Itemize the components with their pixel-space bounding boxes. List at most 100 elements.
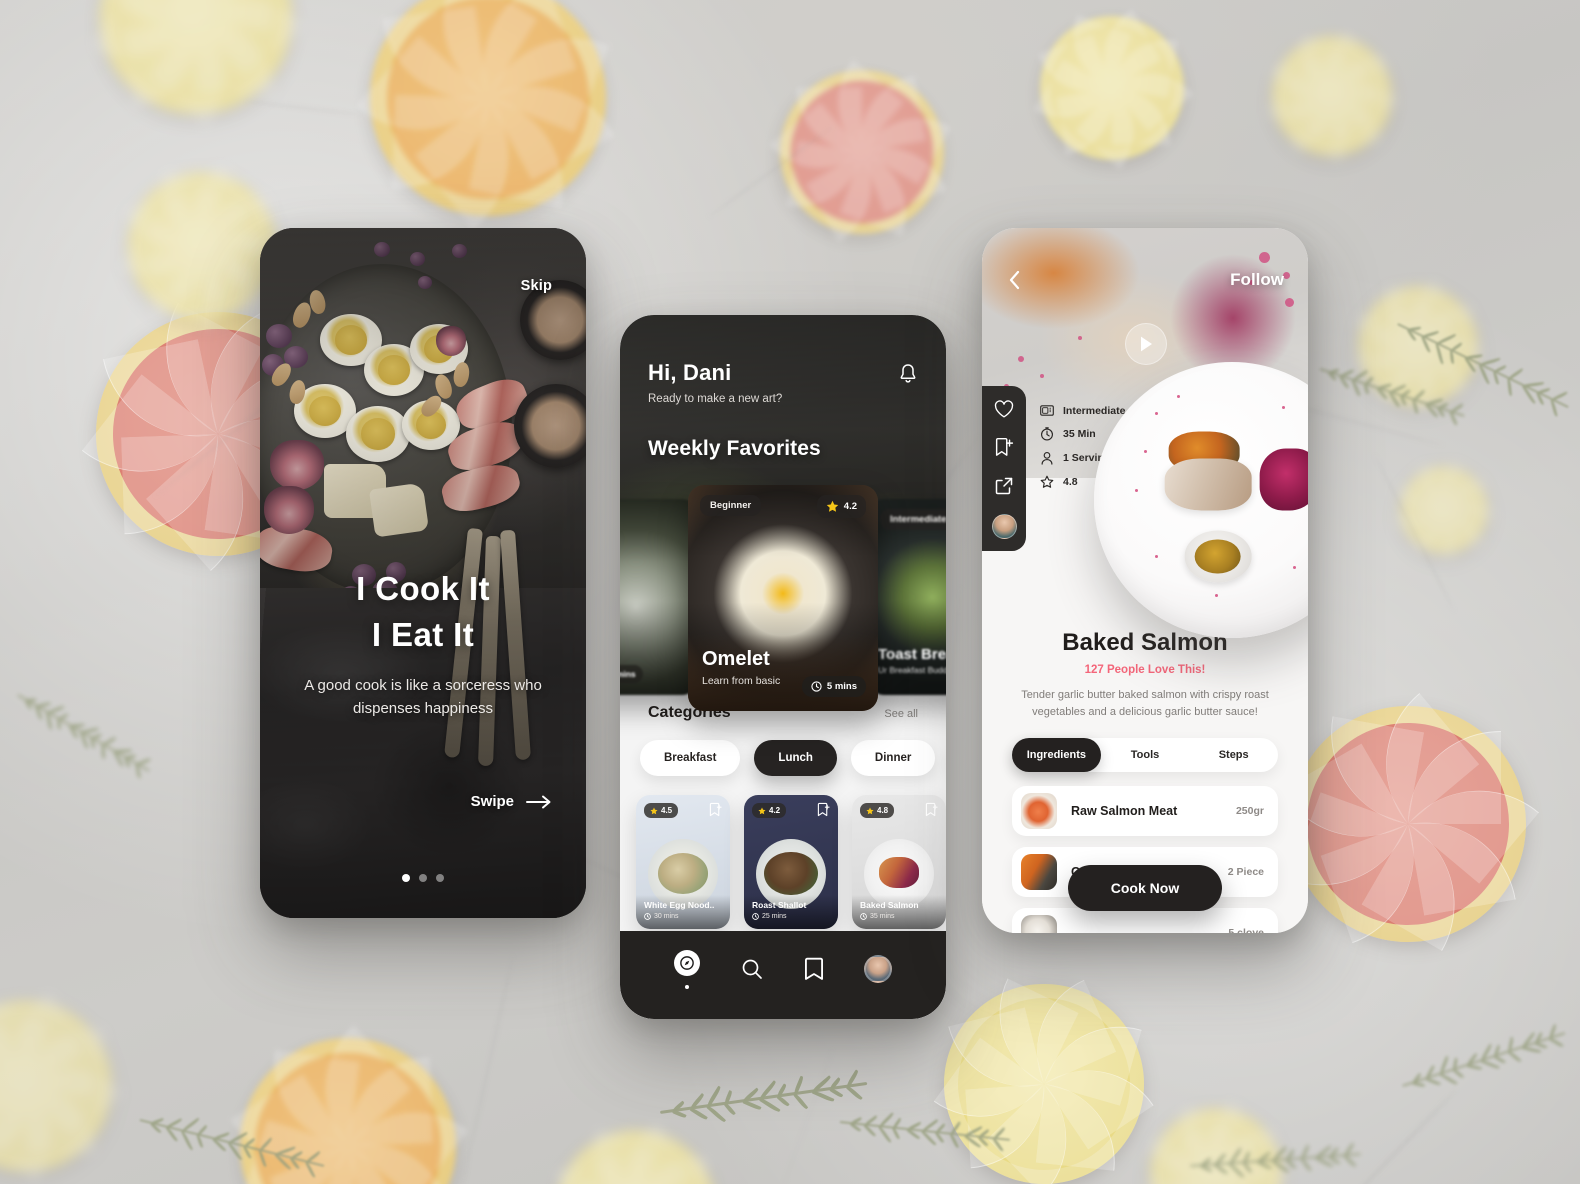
- weekly-card-left[interactable]: 4.2 12 mins: [620, 499, 698, 695]
- recipe-card-rating: 4.8: [860, 803, 894, 818]
- recipe-detail-screen: Follow Intermediate 35 Min 1 Serving 4.8…: [982, 228, 1308, 933]
- pagination-dot-2[interactable]: [419, 874, 427, 882]
- star-icon: [1040, 475, 1054, 489]
- tab-tools[interactable]: Tools: [1101, 738, 1190, 772]
- ingredient-name: Raw Salmon Meat: [1071, 804, 1236, 818]
- person-icon: [1040, 451, 1054, 465]
- clock-icon: [752, 913, 759, 920]
- meta-value-rating: 4.8: [1063, 476, 1078, 488]
- recipe-card-rating-value: 4.2: [769, 806, 780, 815]
- pagination-dot-3[interactable]: [436, 874, 444, 882]
- cook-now-button[interactable]: Cook Now: [1068, 865, 1222, 911]
- recipe-card[interactable]: 4.5 White Egg Nood.. 30 mins: [636, 795, 730, 929]
- skip-button[interactable]: Skip: [521, 278, 552, 294]
- bookmark-plus-icon: [817, 802, 830, 817]
- detail-side-actions[interactable]: [982, 386, 1026, 551]
- ingredient-row[interactable]: Raw Salmon Meat 250gr: [1012, 786, 1278, 836]
- weekly-card-right[interactable]: Intermediate Toast Bread Ur Breakfast Bu…: [868, 499, 946, 695]
- recipe-card-rating: 4.5: [644, 803, 678, 818]
- nav-item-home[interactable]: [674, 950, 700, 989]
- citrus-slice: [1400, 466, 1488, 554]
- sauce-bowl: [1184, 531, 1252, 582]
- ingredient-amount: 5 clove: [1228, 927, 1264, 933]
- headline-line-1: I Cook It: [260, 566, 586, 612]
- headline-line-2: I Eat It: [260, 612, 586, 658]
- bookmark-add-button[interactable]: [709, 802, 722, 822]
- home-greeting-block: Hi, Dani Ready to make a new art?: [648, 360, 782, 405]
- bookmark-plus-icon: [925, 802, 938, 817]
- arrow-right-icon: [526, 795, 552, 809]
- onboarding-subtitle: A good cook is like a sorceress who disp…: [290, 674, 556, 721]
- bookmark-add-button[interactable]: [817, 802, 830, 822]
- weekly-card-time-value: 5 mins: [827, 681, 857, 692]
- swipe-label: Swipe: [471, 793, 514, 810]
- pagination-dots[interactable]: [260, 874, 586, 882]
- recipe-card-footer: Baked Salmon 35 mins: [852, 895, 946, 929]
- weekly-card-level: Beginner: [700, 495, 761, 516]
- category-chip-dinner[interactable]: Dinner: [851, 740, 935, 776]
- recipe-description: Tender garlic butter baked salmon with c…: [1010, 687, 1280, 721]
- bottom-navigation[interactable]: [620, 931, 946, 1019]
- star-icon: [866, 807, 874, 815]
- clock-icon: [811, 681, 822, 692]
- detail-body: Baked Salmon 127 People Love This! Tende…: [982, 613, 1308, 933]
- weekly-card-title: Omelet: [702, 648, 770, 671]
- star-icon: [826, 500, 839, 513]
- follow-button[interactable]: Follow: [1230, 270, 1284, 290]
- weekly-card-main[interactable]: Beginner 4.2 Omelet Learn from basic 5 m…: [688, 485, 878, 711]
- weekly-card-rating: 4.2: [817, 495, 866, 518]
- recipe-card-rating-value: 4.5: [661, 806, 672, 815]
- meta-value-time: 35 Min: [1063, 428, 1096, 440]
- bell-icon: [898, 363, 918, 385]
- pagination-dot-1[interactable]: [402, 874, 410, 882]
- heart-icon[interactable]: [994, 400, 1014, 419]
- ingredient-row[interactable]: Garlic 5 clove: [1012, 908, 1278, 933]
- nav-item-search[interactable]: [740, 957, 764, 981]
- weekly-favorites-carousel[interactable]: 4.2 12 mins Intermediate Toast Bread Ur …: [620, 485, 946, 715]
- back-button[interactable]: [1008, 270, 1021, 294]
- star-icon: [758, 807, 766, 815]
- category-chip-lunch[interactable]: Lunch: [754, 740, 837, 776]
- home-screen: Hi, Dani Ready to make a new art? Weekly…: [620, 315, 946, 1019]
- author-avatar[interactable]: [992, 514, 1017, 539]
- onboarding-screen: Skip I Cook It I Eat It A good cook is l…: [260, 228, 586, 918]
- play-button[interactable]: [1125, 323, 1167, 365]
- recipe-card-footer: White Egg Nood.. 30 mins: [636, 895, 730, 929]
- greeting-title: Hi, Dani: [648, 360, 782, 386]
- recipe-card-name: White Egg Nood..: [644, 900, 722, 910]
- tab-steps[interactable]: Steps: [1189, 738, 1278, 772]
- tab-ingredients[interactable]: Ingredients: [1012, 738, 1101, 772]
- weekly-card-subtitle: Learn from basic: [702, 675, 780, 687]
- search-icon: [740, 957, 764, 981]
- recipe-card-footer: Roast Shallot 25 mins: [744, 895, 838, 929]
- recipe-card-rating-value: 4.8: [877, 806, 888, 815]
- salmon-fillet: [1164, 459, 1251, 510]
- category-chip-breakfast[interactable]: Breakfast: [640, 740, 740, 776]
- weekly-card-level: Intermediate: [880, 509, 946, 530]
- chevron-left-icon: [1008, 270, 1021, 290]
- recipe-card[interactable]: 4.2 Roast Shallot 25 mins: [744, 795, 838, 929]
- avatar-icon: [864, 955, 892, 983]
- recipe-card-list[interactable]: 4.5 White Egg Nood.. 30 mins 4.2 Roast S…: [636, 795, 946, 929]
- nav-item-bookmarks[interactable]: [804, 957, 824, 981]
- clock-icon: [1040, 427, 1054, 441]
- clock-icon: [860, 913, 867, 920]
- compass-icon: [680, 956, 694, 970]
- bookmark-plus-icon[interactable]: [994, 437, 1014, 458]
- salmon-thumb-icon: [1021, 793, 1057, 829]
- weekly-card-rating-value: 4.2: [844, 501, 857, 512]
- recipe-card-time: 25 mins: [752, 913, 830, 920]
- bookmark-plus-icon: [709, 802, 722, 817]
- swipe-button[interactable]: Swipe: [471, 793, 552, 810]
- weekly-card-time-value: 12 mins: [620, 669, 636, 679]
- citrus-slice: [128, 172, 276, 320]
- recipe-card-name: Baked Salmon: [860, 900, 938, 910]
- nav-item-profile[interactable]: [864, 955, 892, 983]
- category-chips[interactable]: Breakfast Lunch Dinner Snack: [640, 740, 946, 776]
- recipe-card-rating: 4.2: [752, 803, 786, 818]
- detail-tabs[interactable]: Ingredients Tools Steps: [1012, 738, 1278, 772]
- bookmark-add-button[interactable]: [925, 802, 938, 822]
- share-icon[interactable]: [994, 476, 1014, 496]
- recipe-card[interactable]: 4.8 Baked Salmon 35 mins: [852, 795, 946, 929]
- notification-button[interactable]: [898, 363, 918, 390]
